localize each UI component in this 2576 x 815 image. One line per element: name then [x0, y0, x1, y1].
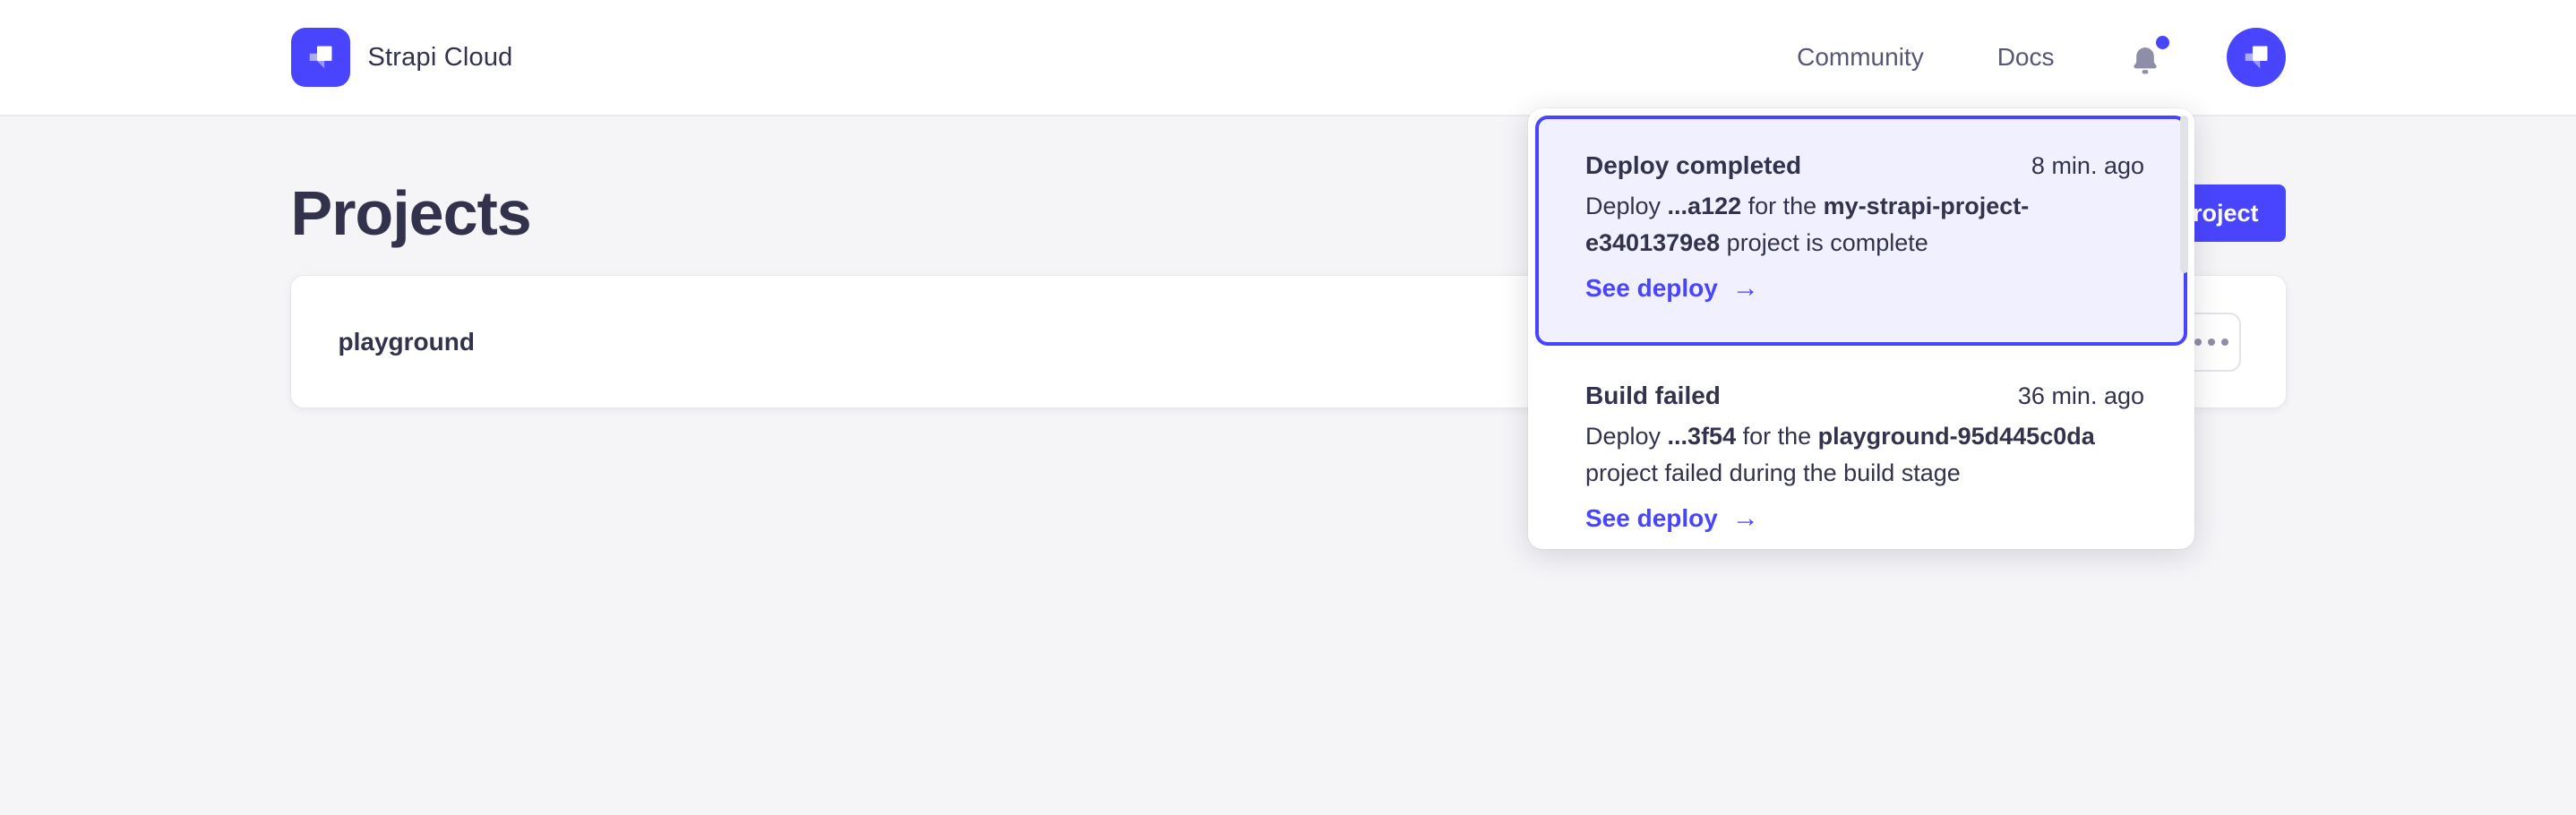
unread-indicator-dot — [2156, 36, 2169, 49]
arrow-right-icon: → — [1732, 503, 1759, 534]
notifications-button[interactable] — [2128, 38, 2164, 77]
notification-title: Deploy completed — [1585, 151, 1801, 180]
notification-message: Deploy ...3f54 for the playground-95d445… — [1585, 418, 2144, 492]
notifications-dropdown: Deploy completed 8 min. ago Deploy ...a1… — [1528, 108, 2194, 549]
user-avatar-button[interactable] — [2227, 28, 2286, 87]
notification-timestamp: 36 min. ago — [2018, 382, 2144, 410]
notification-title: Build failed — [1585, 382, 1721, 410]
nav-link-docs[interactable]: Docs — [1997, 43, 2055, 72]
arrow-right-icon: → — [1732, 273, 1759, 304]
project-name: playground — [339, 328, 475, 356]
more-options-icon — [2194, 339, 2202, 346]
notification-timestamp: 8 min. ago — [2031, 152, 2144, 180]
dropdown-scrollbar-thumb[interactable] — [2180, 116, 2188, 273]
brand-home-link[interactable]: Strapi Cloud — [291, 28, 513, 87]
notification-message: Deploy ...a122 for the my-strapi-project… — [1585, 188, 2144, 262]
notification-deploy-completed[interactable]: Deploy completed 8 min. ago Deploy ...a1… — [1535, 116, 2187, 346]
strapi-logo-icon — [291, 28, 350, 87]
nav-link-community[interactable]: Community — [1797, 43, 1924, 72]
page-title: Projects — [291, 177, 531, 249]
strapi-avatar-icon — [2237, 38, 2276, 77]
see-deploy-link[interactable]: See deploy → — [1585, 503, 1759, 534]
app-title: Strapi Cloud — [368, 43, 513, 73]
see-deploy-link[interactable]: See deploy → — [1585, 273, 1759, 304]
header-nav: Community Docs — [1797, 28, 2285, 87]
top-navbar: Strapi Cloud Community Docs — [0, 0, 2576, 116]
notification-build-failed[interactable]: Build failed 36 min. ago Deploy ...3f54 … — [1535, 346, 2187, 562]
bell-icon — [2128, 43, 2162, 79]
